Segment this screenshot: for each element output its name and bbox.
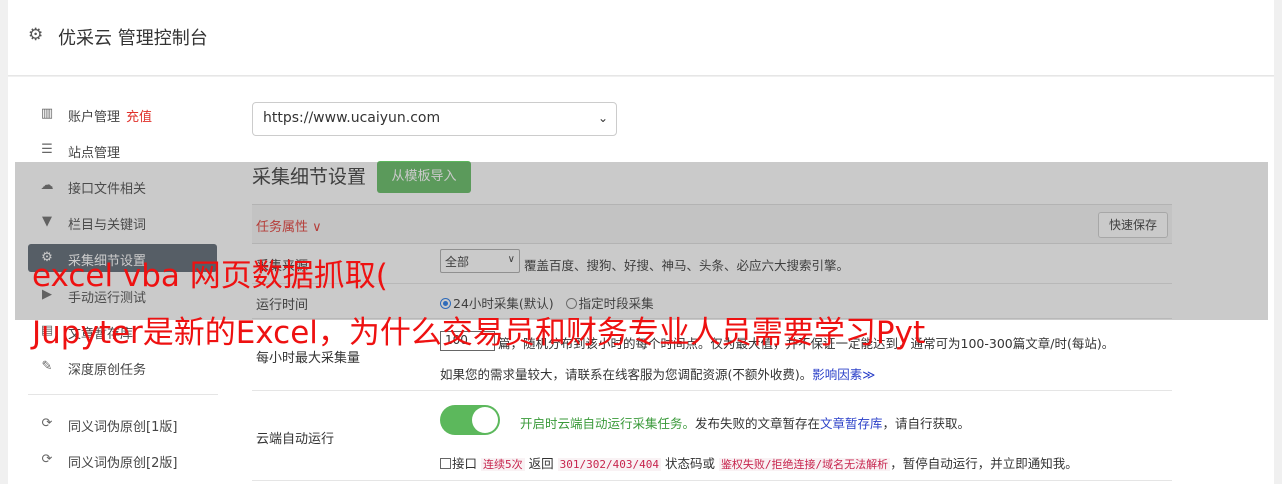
edit-icon: ✎ bbox=[41, 359, 53, 374]
sidebar-item-label: 同义词伪原创[2版] bbox=[68, 456, 178, 471]
header-bar: ⚙ 优采云 管理控制台 bbox=[8, 0, 1274, 76]
pause-mid2: 状态码或 bbox=[664, 456, 715, 471]
chevron-down-icon: ≫ bbox=[862, 367, 876, 382]
cloud-run-toggle[interactable] bbox=[440, 405, 500, 435]
pause-checkbox[interactable] bbox=[440, 458, 451, 469]
sidebar-item-account[interactable]: ▥ 账户管理 充值 bbox=[28, 100, 217, 128]
sidebar-item-sites[interactable]: ☰ 站点管理 bbox=[28, 136, 217, 164]
influence-factors-link[interactable]: 影响因素 bbox=[812, 367, 862, 382]
sidebar-item-label: 账户管理 bbox=[68, 110, 121, 125]
refresh-icon: ⟳ bbox=[41, 452, 53, 467]
cloud-run-desc-tail: ，请自行获取。 bbox=[882, 416, 971, 431]
divider bbox=[252, 390, 1172, 391]
cloud-run-desc-text: 发布失败的文章暂存在 bbox=[695, 416, 821, 431]
sidebar-item-label: 同义词伪原创[1版] bbox=[68, 420, 178, 435]
pause-mid1: 返回 bbox=[528, 456, 554, 471]
site-select[interactable]: https://www.ucaiyun.com ⌄ bbox=[252, 102, 617, 136]
sidebar-item-synonym-v2[interactable]: ⟳ 同义词伪原创[2版] bbox=[28, 446, 217, 474]
site-select-value: https://www.ucaiyun.com bbox=[263, 110, 441, 126]
sidebar-item-synonym-v1[interactable]: ⟳ 同义词伪原创[1版] bbox=[28, 410, 217, 438]
pause-tail: ，暂停自动运行，并立即通知我。 bbox=[890, 456, 1078, 471]
pause-prefix: 接口 bbox=[452, 456, 478, 471]
toggle-knob bbox=[472, 407, 498, 433]
max-per-hour-note-text: 如果您的需求量较大，请联系在线客服为您调配资源(不额外收费)。 bbox=[440, 367, 813, 382]
sidebar-item-label: 深度原创任务 bbox=[68, 363, 147, 378]
cloud-run-label: 云端自动运行 bbox=[256, 432, 335, 447]
article-store-link[interactable]: 文章暂存库 bbox=[820, 416, 883, 431]
divider bbox=[252, 480, 1172, 481]
sidebar-item-label: 站点管理 bbox=[68, 146, 121, 161]
recharge-link[interactable]: 充值 bbox=[126, 110, 152, 125]
server-icon: ☰ bbox=[41, 142, 53, 157]
cloud-run-desc: 开启时云端自动运行采集任务。发布失败的文章暂存在文章暂存库，请自行获取。 bbox=[520, 413, 970, 432]
page-title: 优采云 管理控制台 bbox=[58, 28, 208, 49]
max-per-hour-note: 如果您的需求量较大，请联系在线客服为您调配资源(不额外收费)。影响因素≫ bbox=[440, 364, 875, 383]
code-errors: 鉴权失败/拒绝连接/域名无法解析 bbox=[718, 458, 891, 471]
bar-chart-icon: ▥ bbox=[40, 106, 54, 121]
sidebar-divider bbox=[28, 394, 218, 395]
refresh-icon: ⟳ bbox=[41, 416, 53, 431]
sidebar-item-deep-original[interactable]: ✎ 深度原创任务 bbox=[28, 353, 217, 381]
cloud-run-desc-green: 开启时云端自动运行采集任务。 bbox=[520, 416, 696, 431]
pause-condition: 接口 连续5次 返回 301/302/403/404 状态码或 鉴权失败/拒绝连… bbox=[440, 453, 1078, 472]
watermark-line-2: Jupyter是新的Excel，为什么交易员和财务专业人员需要学习Pyt bbox=[32, 315, 926, 351]
code-consecutive: 连续5次 bbox=[481, 458, 525, 471]
watermark-line-1: excel vba 网页数据抓取( bbox=[32, 258, 388, 294]
chevron-down-icon: ⌄ bbox=[597, 111, 608, 125]
overlay-band bbox=[15, 162, 1268, 320]
gear-icon: ⚙ bbox=[28, 25, 44, 45]
code-status: 301/302/403/404 bbox=[557, 458, 661, 471]
